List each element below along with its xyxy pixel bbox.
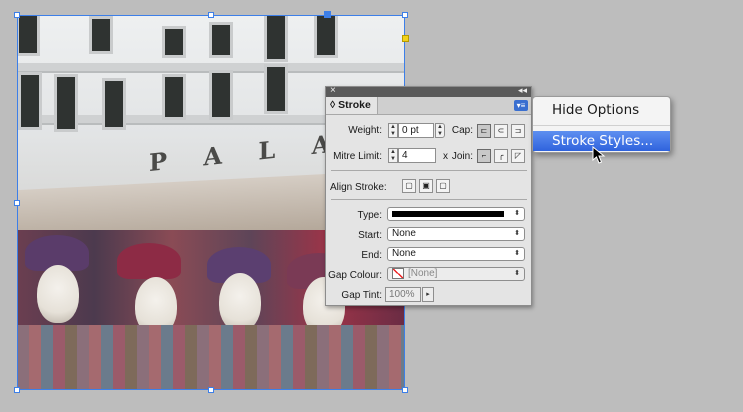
butt-cap-icon[interactable]: ⊏	[477, 124, 491, 138]
weight-stepper[interactable]: ▲ ▼	[388, 123, 398, 138]
weight-label: Weight:	[348, 125, 382, 136]
round-join-icon[interactable]: ╭	[494, 149, 508, 163]
content-grabber-handle[interactable]	[324, 11, 331, 18]
window	[212, 25, 230, 55]
window	[105, 81, 123, 127]
window	[267, 15, 285, 59]
resize-handle-left[interactable]	[14, 200, 20, 206]
menu-item-hide-options[interactable]: Hide Options	[533, 100, 670, 120]
menu-divider	[533, 125, 670, 126]
mitre-limit-input[interactable]: 4	[398, 148, 436, 163]
updown-arrow-icon: ⬍	[514, 230, 520, 237]
gap-tint-input[interactable]: 100%	[385, 287, 421, 302]
resize-handle-bottom[interactable]	[208, 387, 214, 393]
panel-flyout-menu: Hide Options Stroke Styles...	[532, 96, 671, 153]
round-cap-icon[interactable]: ⊂	[494, 124, 508, 138]
tab-stroke[interactable]: ◊ Stroke	[326, 97, 378, 114]
updown-arrow-icon: ⬍	[514, 250, 520, 257]
miter-join-icon[interactable]: ⌐	[477, 149, 491, 163]
panel-title-bar[interactable]: × ◂◂	[326, 85, 531, 97]
projecting-cap-icon[interactable]: ⊐	[511, 124, 525, 138]
mitre-limit-label: Mitre Limit:	[333, 151, 382, 162]
window	[165, 77, 183, 117]
start-value: None	[392, 228, 416, 239]
window	[92, 19, 110, 51]
gap-tint-label: Gap Tint:	[341, 290, 382, 301]
none-swatch-icon	[392, 268, 404, 279]
resize-handle-top-left[interactable]	[14, 12, 20, 18]
cap-label: Cap:	[451, 125, 473, 136]
end-select[interactable]: None ⬍	[387, 247, 525, 261]
updown-arrow-icon: ⬍	[514, 270, 520, 277]
scarf-rack	[17, 325, 405, 390]
divider	[331, 199, 527, 200]
end-value: None	[392, 248, 416, 259]
resize-handle-top-right[interactable]	[402, 12, 408, 18]
weight-input[interactable]: 0 pt	[398, 123, 434, 138]
gap-colour-label: Gap Colour:	[328, 270, 382, 281]
stroke-panel: × ◂◂ ◊ Stroke ▾≡ Weight: ▲ ▼ 0 pt ▲ ▼ Cap:…	[325, 85, 532, 306]
window	[21, 75, 39, 127]
align-stroke-label: Align Stroke:	[330, 182, 387, 193]
end-label: End:	[361, 250, 382, 261]
mitre-unit-label: x	[443, 151, 448, 162]
panel-tab-row: ◊ Stroke ▾≡	[326, 97, 531, 115]
type-label: Type:	[357, 210, 382, 221]
align-inside-icon[interactable]: ▣	[419, 179, 433, 193]
window	[317, 15, 335, 55]
tab-stroke-label: Stroke	[338, 99, 371, 111]
divider	[331, 170, 527, 171]
align-center-icon[interactable]: ▢	[402, 179, 416, 193]
gap-colour-value: [None]	[408, 268, 438, 280]
gap-colour-select[interactable]: [None] ⬍	[387, 267, 525, 281]
window	[267, 67, 285, 111]
resize-handle-bottom-right[interactable]	[402, 387, 408, 393]
solid-line-swatch	[392, 211, 504, 217]
resize-handle-bottom-left[interactable]	[14, 387, 20, 393]
carnival-mask	[219, 273, 261, 331]
align-outside-icon[interactable]: ▢	[436, 179, 450, 193]
start-select[interactable]: None ⬍	[387, 227, 525, 241]
start-label: Start:	[358, 230, 382, 241]
jester-hat	[117, 243, 181, 279]
window	[165, 29, 183, 55]
type-select[interactable]: ⬍	[387, 207, 525, 221]
weight-dropdown[interactable]: ▲ ▼	[435, 123, 445, 138]
window	[57, 77, 75, 129]
close-icon[interactable]: ×	[330, 85, 336, 96]
collapse-icon[interactable]: ◂◂	[518, 85, 527, 96]
gap-tint-arrow-icon[interactable]: ▸	[422, 287, 434, 302]
resize-handle-top[interactable]	[208, 12, 214, 18]
window	[19, 15, 37, 53]
updown-arrow-icon: ⬍	[514, 210, 520, 217]
carnival-mask	[37, 265, 79, 323]
window	[212, 73, 230, 117]
mitre-stepper[interactable]: ▲ ▼	[388, 148, 398, 163]
join-label: Join:	[451, 151, 473, 162]
facade-ledge	[17, 63, 405, 71]
tab-arrows-icon: ◊	[330, 99, 336, 111]
live-corner-handle[interactable]	[402, 35, 409, 42]
mouse-pointer-icon	[592, 146, 606, 164]
panel-menu-button[interactable]: ▾≡	[514, 100, 528, 111]
bevel-join-icon[interactable]: ◸	[511, 149, 525, 163]
